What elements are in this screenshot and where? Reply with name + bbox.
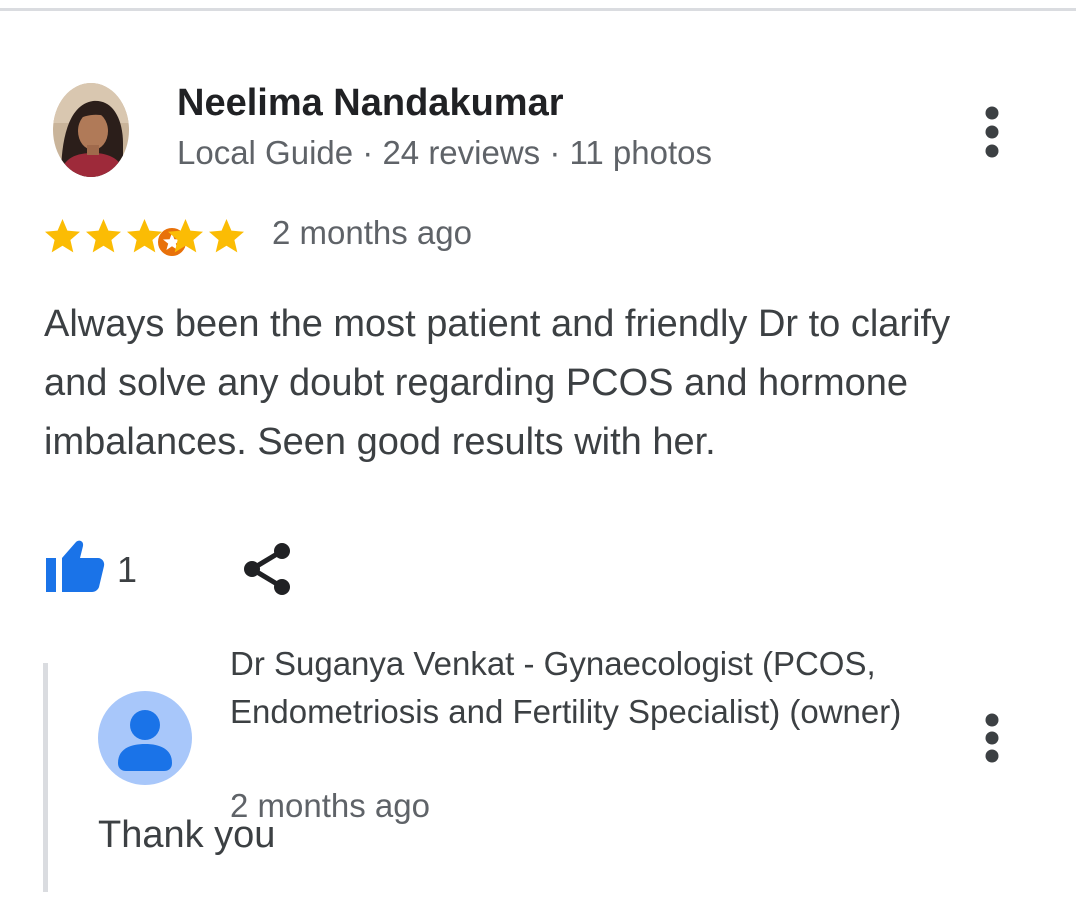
review-card: Neelima Nandakumar Local Guide · 24 revi… <box>0 0 1076 919</box>
reply-more-options-icon[interactable] <box>982 712 1002 768</box>
share-button[interactable] <box>240 541 294 597</box>
person-avatar-icon <box>98 691 192 785</box>
share-icon <box>244 543 290 595</box>
review-text: Always been the most patient and friendl… <box>44 303 951 463</box>
reply-text: Thank you <box>98 814 276 856</box>
top-divider <box>0 8 1076 11</box>
review-date: 2 months ago <box>272 214 472 251</box>
like-count: 1 <box>117 549 138 590</box>
reply-divider <box>43 663 48 892</box>
like-button[interactable] <box>44 538 106 594</box>
reviewer-name[interactable]: Neelima Nandakumar <box>177 82 564 125</box>
star-icon <box>45 219 80 253</box>
thumbs-up-icon <box>46 540 105 592</box>
owner-name[interactable]: Dr Suganya Venkat - Gynaecologist (PCOS,… <box>230 640 950 736</box>
reviewer-meta: Local Guide · 24 reviews · 11 photos <box>177 134 713 171</box>
owner-avatar[interactable] <box>98 691 192 785</box>
star-icon <box>209 219 244 253</box>
star-rating <box>42 216 247 256</box>
reviewer-avatar[interactable] <box>53 83 189 259</box>
review-more-options-icon[interactable] <box>982 104 1002 160</box>
reviewer-photo <box>53 83 129 177</box>
star-icon <box>168 219 203 253</box>
star-icon <box>127 219 162 253</box>
star-icon <box>86 219 121 253</box>
reviewer-photo-image <box>53 83 129 177</box>
